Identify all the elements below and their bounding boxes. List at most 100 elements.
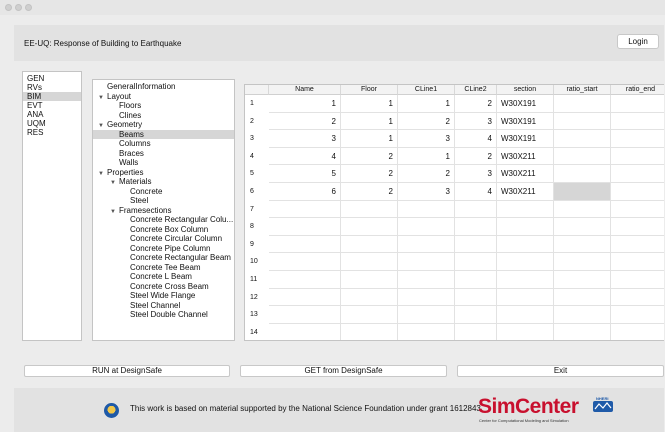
table-cell-floor[interactable] [341, 235, 398, 254]
table-cell-ratio-end[interactable] [611, 253, 664, 271]
tree-item-concrete-cross-beam[interactable]: Concrete Cross Beam [130, 282, 209, 291]
expand-arrow-icon[interactable]: ▼ [98, 94, 107, 103]
row-number[interactable]: 10 [245, 253, 269, 271]
table-cell-ratio-end[interactable] [611, 130, 664, 148]
row-number[interactable]: 4 [245, 148, 269, 166]
column-header-name[interactable]: Name [269, 85, 341, 95]
sidebar-item-ana[interactable]: ANA [27, 110, 43, 119]
column-header-ratio-end[interactable]: ratio_end [611, 85, 664, 95]
table-cell-section[interactable]: W30X211 [497, 147, 554, 166]
table-cell-cline1[interactable] [398, 271, 455, 289]
table-cell-cline1[interactable] [398, 218, 455, 236]
table-cell-ratio-end[interactable] [611, 201, 664, 219]
column-header-ratio-start[interactable]: ratio_start [554, 85, 611, 95]
table-cell-section[interactable] [497, 271, 554, 289]
table-cell-ratio-start[interactable] [554, 323, 611, 340]
table-cell-cline1[interactable] [398, 306, 455, 324]
table-cell-floor[interactable]: 2 [341, 165, 398, 183]
table-cell-ratio-start[interactable] [554, 218, 611, 236]
table-cell-cline2[interactable] [455, 200, 497, 219]
table-cell-ratio-start[interactable] [554, 112, 611, 131]
table-cell-cline1[interactable] [398, 253, 455, 271]
table-cell-floor[interactable] [341, 323, 398, 340]
maximize-window-icon[interactable] [25, 4, 32, 11]
table-cell-section[interactable]: W30X211 [497, 165, 554, 183]
expand-arrow-icon[interactable]: ▼ [110, 179, 119, 188]
table-cell-name[interactable]: 5 [269, 165, 341, 183]
table-cell-ratio-start[interactable] [554, 253, 611, 271]
sidebar-item-rvs[interactable]: RVs [27, 83, 42, 92]
tree-item-concrete-box-column[interactable]: Concrete Box Column [130, 225, 208, 234]
tree-item-steel-wide-flange[interactable]: Steel Wide Flange [130, 291, 195, 300]
table-cell-cline1[interactable] [398, 200, 455, 219]
get-designsafe-button[interactable]: GET from DesignSafe [240, 365, 447, 377]
table-cell-ratio-start[interactable] [554, 147, 611, 166]
table-cell-cline2[interactable] [455, 323, 497, 340]
table-cell-cline2[interactable]: 4 [455, 130, 497, 148]
expand-arrow-icon[interactable]: ▼ [98, 170, 107, 179]
table-cell-name[interactable]: 2 [269, 112, 341, 131]
tree-item-steel-double-channel[interactable]: Steel Double Channel [130, 310, 208, 319]
column-header-section[interactable]: section [497, 85, 554, 95]
table-cell-floor[interactable]: 1 [341, 130, 398, 148]
row-number[interactable]: 14 [245, 324, 269, 340]
exit-button[interactable]: Exit [457, 365, 664, 377]
table-cell-cline1[interactable]: 3 [398, 183, 455, 201]
table-cell-cline2[interactable]: 3 [455, 112, 497, 131]
table-cell-cline1[interactable] [398, 235, 455, 254]
table-cell-ratio-start[interactable] [554, 200, 611, 219]
row-number[interactable]: 2 [245, 113, 269, 131]
tree-item-concrete-tee-beam[interactable]: Concrete Tee Beam [130, 263, 201, 272]
table-cell-ratio-end[interactable] [611, 148, 664, 166]
table-cell-ratio-end[interactable] [611, 236, 664, 254]
table-cell-ratio-end[interactable] [611, 183, 664, 201]
tree-item-concrete-rectangular-beam[interactable]: Concrete Rectangular Beam [130, 253, 231, 262]
table-cell-floor[interactable]: 2 [341, 183, 398, 201]
sidebar-item-gen[interactable]: GEN [27, 74, 44, 83]
table-cell-name[interactable] [269, 200, 341, 219]
table-cell-floor[interactable]: 2 [341, 147, 398, 166]
sidebar-item-res[interactable]: RES [27, 128, 43, 137]
table-cell-floor[interactable] [341, 218, 398, 236]
table-cell-cline1[interactable]: 2 [398, 112, 455, 131]
table-cell-ratio-end[interactable] [611, 218, 664, 236]
table-cell-ratio-start[interactable] [554, 183, 611, 201]
table-cell-name[interactable]: 3 [269, 130, 341, 148]
tree-item-concrete-rectangular-colu[interactable]: Concrete Rectangular Colu... [130, 215, 233, 224]
table-cell-section[interactable] [497, 200, 554, 219]
table-cell-ratio-start[interactable] [554, 165, 611, 183]
table-cell-cline1[interactable]: 2 [398, 165, 455, 183]
table-cell-section[interactable] [497, 253, 554, 271]
tree-item-concrete-circular-column[interactable]: Concrete Circular Column [130, 234, 222, 243]
column-header-cline1[interactable]: CLine1 [398, 85, 455, 95]
table-cell-cline2[interactable] [455, 288, 497, 307]
table-cell-ratio-end[interactable] [611, 113, 664, 131]
table-cell-name[interactable] [269, 235, 341, 254]
table-cell-cline2[interactable]: 2 [455, 95, 497, 113]
table-cell-ratio-start[interactable] [554, 288, 611, 307]
table-cell-cline2[interactable] [455, 306, 497, 324]
table-cell-section[interactable] [497, 306, 554, 324]
row-number[interactable]: 3 [245, 130, 269, 148]
table-cell-name[interactable]: 4 [269, 147, 341, 166]
table-cell-name[interactable] [269, 253, 341, 271]
login-button[interactable]: Login [617, 34, 659, 49]
table-cell-name[interactable] [269, 288, 341, 307]
row-number[interactable]: 8 [245, 218, 269, 236]
column-header-floor[interactable]: Floor [341, 85, 398, 95]
sidebar-item-evt[interactable]: EVT [27, 101, 43, 110]
tree-item-clines[interactable]: Clines [119, 111, 141, 120]
table-cell-name[interactable] [269, 323, 341, 340]
table-cell-name[interactable] [269, 218, 341, 236]
table-cell-cline1[interactable] [398, 323, 455, 340]
table-cell-cline2[interactable]: 2 [455, 147, 497, 166]
table-cell-name[interactable]: 6 [269, 183, 341, 201]
row-number[interactable]: 5 [245, 165, 269, 183]
run-designsafe-button[interactable]: RUN at DesignSafe [24, 365, 230, 377]
table-cell-ratio-start[interactable] [554, 130, 611, 148]
tree-item-concrete-l-beam[interactable]: Concrete L Beam [130, 272, 192, 281]
tree-item-steel-channel[interactable]: Steel Channel [130, 301, 180, 310]
table-cell-floor[interactable] [341, 200, 398, 219]
table-cell-name[interactable]: 1 [269, 95, 341, 113]
table-cell-cline1[interactable]: 1 [398, 147, 455, 166]
